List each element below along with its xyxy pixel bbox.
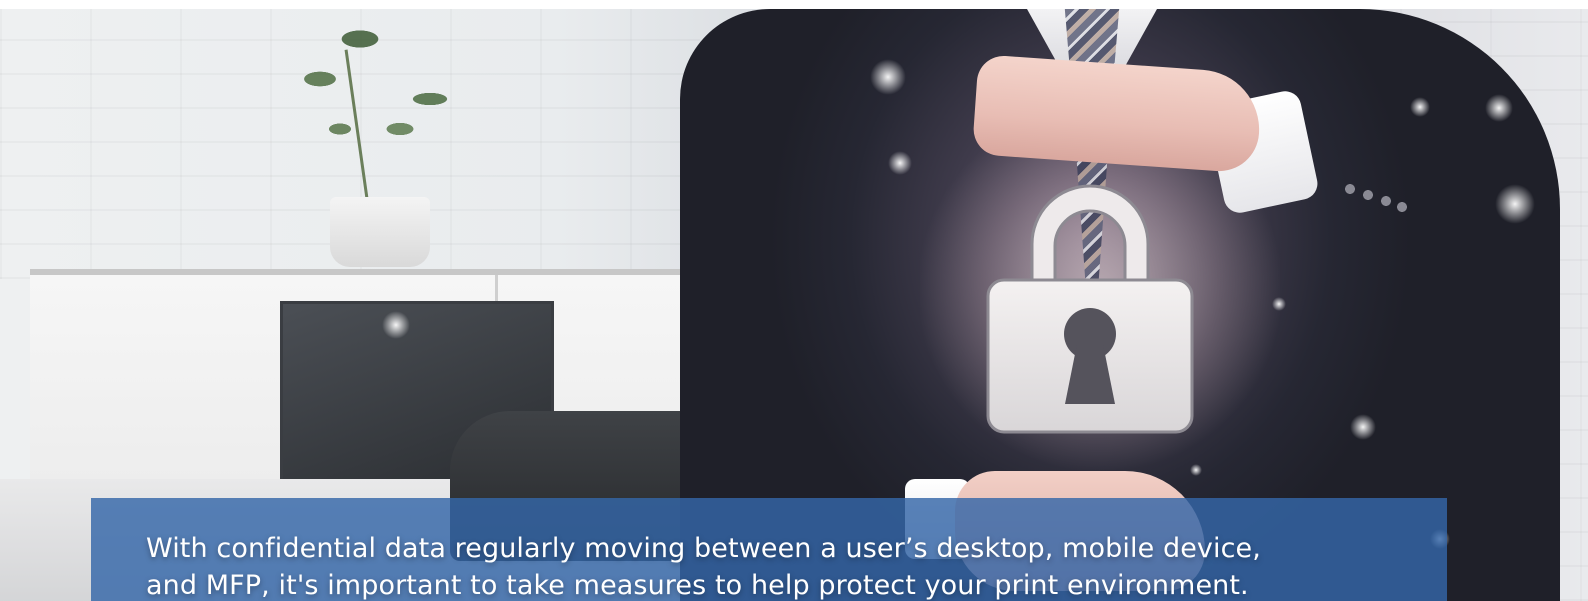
sparkle bbox=[1410, 97, 1430, 117]
sparkle bbox=[1495, 184, 1535, 224]
sleeve-buttons bbox=[1340, 179, 1420, 229]
padlock-icon bbox=[985, 174, 1195, 436]
sparkle bbox=[1190, 464, 1202, 476]
caption-banner: With confidential data regularly moving … bbox=[91, 498, 1447, 601]
sparkle bbox=[1350, 414, 1376, 440]
caption-line-2: and MFP, it's important to take measures… bbox=[146, 570, 1249, 601]
caption-text: With confidential data regularly moving … bbox=[146, 530, 1406, 601]
sparkle bbox=[1272, 297, 1286, 311]
sparkle bbox=[382, 311, 410, 339]
caption-line-1: With confidential data regularly moving … bbox=[146, 533, 1261, 564]
plant-pot bbox=[330, 197, 430, 267]
plant-leaves bbox=[280, 19, 480, 199]
sparkle bbox=[1485, 94, 1513, 122]
sparkle bbox=[888, 151, 912, 175]
sparkle bbox=[870, 59, 906, 95]
page: With confidential data regularly moving … bbox=[0, 0, 1588, 601]
